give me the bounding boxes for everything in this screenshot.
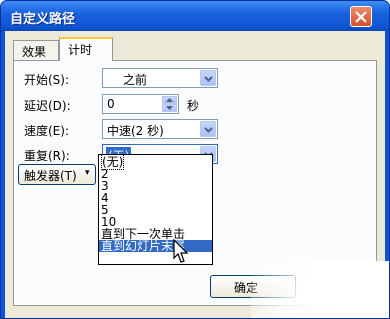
tab-timing[interactable]: 计时 [59, 37, 113, 61]
repeat-dropdown-list[interactable]: (无) 2 3 4 5 10 直到下一次单击 直到幻灯片末尾 [98, 154, 213, 265]
chevron-down-icon[interactable] [200, 70, 216, 86]
chevron-double-down-icon: ▾ [85, 168, 90, 178]
chevron-down-icon[interactable] [200, 121, 216, 137]
list-item[interactable]: 2 [99, 168, 212, 180]
spin-up-button[interactable] [162, 96, 177, 104]
list-item-selected[interactable]: 直到幻灯片末尾 [99, 240, 212, 252]
window-title: 自定义路径 [10, 12, 76, 27]
title-bar[interactable]: 自定义路径 [1, 1, 389, 31]
list-item[interactable]: (无) [99, 154, 212, 170]
delay-stepper[interactable]: 0 [102, 94, 179, 114]
dialog-window: 自定义路径 效果 计时 开始(S): 之前 延迟(D): 0 秒 速度(E): … [0, 0, 390, 319]
speed-label: 速度(E): [24, 124, 69, 138]
trigger-button[interactable]: 触发器(T) ▾ [18, 164, 96, 185]
close-icon [355, 11, 367, 23]
tab-effects[interactable]: 效果 [13, 40, 59, 60]
list-item[interactable]: 3 [99, 180, 212, 192]
delay-label: 延迟(D): [24, 99, 71, 113]
watermark-overlay [251, 261, 389, 318]
spin-down-button[interactable] [162, 104, 177, 112]
list-item[interactable]: 4 [99, 192, 212, 204]
close-button[interactable] [350, 6, 372, 27]
spinner-icon[interactable] [162, 96, 177, 112]
speed-select[interactable]: 中速(2 秒) [102, 119, 218, 139]
repeat-label: 重复(R): [24, 149, 70, 163]
mouse-cursor-icon [173, 239, 189, 263]
delay-unit: 秒 [187, 99, 200, 113]
start-label: 开始(S): [24, 73, 70, 87]
start-select[interactable]: 之前 [102, 68, 218, 88]
